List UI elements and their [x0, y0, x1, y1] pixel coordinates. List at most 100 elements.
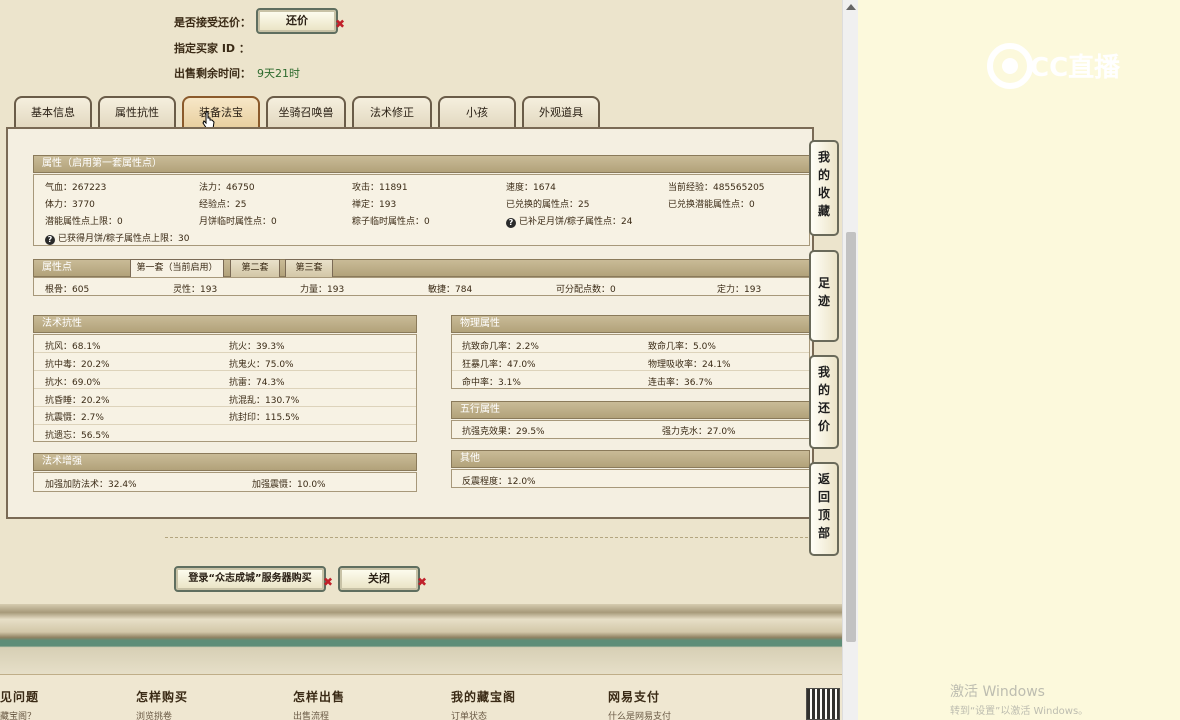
- attributes-header: 属性（启用第一套属性点）: [33, 155, 810, 173]
- game-trade-page: 是否接受还价： 还价 ✖ 指定买家 ID ： 出售剩余时间： 9天21时 基本信息…: [0, 0, 842, 720]
- footer-pay-title: 网易支付: [608, 690, 661, 704]
- resist-poison: 抗中毒：20.2%: [45, 360, 110, 370]
- side-tab-my-offers-label: 我的还价: [817, 365, 830, 433]
- stat-mooncake-temp: 月饼临时属性点：0: [199, 217, 277, 227]
- element-anti-counter: 抗强克效果：29.5%: [462, 427, 545, 437]
- decorative-banner: [0, 604, 842, 674]
- footer-pay-link[interactable]: 什么是网易支付: [608, 709, 671, 720]
- tab-spell-correction[interactable]: 法术修正: [352, 96, 432, 128]
- resist-wind: 抗风：68.1%: [45, 342, 101, 352]
- login-buy-button[interactable]: 登录“众志成城”服务器购买 ✖: [174, 566, 333, 592]
- desktop-background: [858, 0, 1180, 720]
- footer-how-sell-link[interactable]: 出售流程: [293, 709, 329, 720]
- tab-basic-info[interactable]: 基本信息: [14, 96, 92, 128]
- stat-supplement: ? 已补足月饼/粽子属性点：24: [506, 214, 633, 228]
- counter-offer-label: 还价: [286, 14, 308, 27]
- close-label: 关闭: [368, 572, 390, 585]
- footer: [0, 674, 842, 720]
- cc-logo-icon: CC直播: [987, 43, 1121, 89]
- stat-zen: 禅定：193: [352, 200, 397, 210]
- side-tab-history-label: 足迹: [817, 276, 830, 308]
- scroll-up-icon[interactable]: [846, 4, 856, 10]
- spell-boost-header: 法术增强: [33, 453, 417, 471]
- resist-ghostfire: 抗鬼火：75.0%: [229, 360, 294, 370]
- phys-crit: 致命几率：5.0%: [648, 342, 716, 352]
- spell-resist-header: 法术抗性: [33, 315, 417, 333]
- stat-stamina: 体力：3770: [45, 200, 95, 210]
- phys-absorb: 物理吸收率：24.1%: [648, 360, 731, 370]
- resist-thunder: 抗雷：74.3%: [229, 378, 285, 388]
- stat-attack: 攻击：11891: [352, 183, 408, 193]
- stat-hp: 气血：267223: [45, 183, 107, 193]
- close-x-icon: ✖: [416, 575, 427, 589]
- resist-water: 抗水：69.0%: [45, 378, 101, 388]
- login-buy-label: 登录“众志成城”服务器购买: [188, 573, 312, 584]
- footer-how-buy-title: 怎样购买: [136, 690, 189, 704]
- other-reflect: 反震程度：12.0%: [462, 477, 536, 487]
- stat-exchanged-points: 已兑换的属性点：25: [506, 200, 590, 210]
- point-spirit: 灵性：193: [173, 285, 218, 295]
- footer-my-cbg-title: 我的藏宝阁: [451, 690, 517, 704]
- phys-combo: 连击率：36.7%: [648, 378, 713, 388]
- accept-counter-label: 是否接受还价：: [174, 16, 251, 29]
- scroll-thumb[interactable]: [846, 232, 856, 642]
- point-strength: 力量：193: [300, 285, 345, 295]
- remaining-time-label: 出售剩余时间：: [174, 67, 251, 80]
- side-tab-back-to-top-label: 返回顶部: [817, 472, 830, 540]
- activate-windows-subtitle: 转到“设置”以激活 Windows。: [950, 706, 1089, 717]
- resist-chaos: 抗混乱：130.7%: [229, 396, 300, 406]
- point-agility: 敏捷：784: [428, 285, 473, 295]
- tab-child[interactable]: 小孩: [438, 96, 516, 128]
- tab-equipment[interactable]: 装备法宝: [182, 96, 260, 128]
- footer-how-buy-link[interactable]: 浏览挑卷: [136, 709, 172, 720]
- stat-exp: 当前经验：485565205: [668, 183, 765, 193]
- other-header: 其他: [451, 450, 810, 468]
- tab-mount-pets[interactable]: 坐骑召唤兽: [266, 96, 346, 128]
- stat-exchanged-potential: 已兑换潜能属性点：0: [668, 200, 755, 210]
- stat-mp: 法力：46750: [199, 183, 255, 193]
- physical-header: 物理属性: [451, 315, 810, 333]
- point-constitution: 根骨：605: [45, 285, 90, 295]
- side-tab-history[interactable]: 足迹: [809, 250, 839, 342]
- resist-seal: 抗封印：115.5%: [229, 413, 300, 423]
- footer-faq-title: 见问题: [0, 690, 40, 704]
- counter-offer-button[interactable]: 还价 ✖: [256, 8, 345, 34]
- footer-faq-link[interactable]: 藏宝阁？: [0, 709, 36, 720]
- qr-code-icon: [806, 688, 840, 720]
- close-button[interactable]: 关闭 ✖: [338, 566, 427, 592]
- element-water-counter: 强力克水：27.0%: [662, 427, 736, 437]
- subtab-set-2[interactable]: 第二套: [230, 259, 280, 277]
- activate-windows-title: 激活 Windows: [950, 684, 1045, 700]
- dashed-divider: [165, 537, 808, 538]
- five-elements-header: 五行属性: [451, 401, 810, 419]
- side-tab-favorites[interactable]: 我的收藏: [809, 140, 839, 236]
- page-scrollbar[interactable]: [842, 0, 858, 720]
- stat-upper-limit: ? 已获得月饼/粽子属性点上限：30: [45, 231, 190, 245]
- stat-zongzi-temp: 粽子临时属性点：0: [352, 217, 430, 227]
- subtab-set-3[interactable]: 第三套: [285, 259, 333, 277]
- close-x-icon: ✖: [322, 575, 333, 589]
- phys-hit: 命中率：3.1%: [462, 378, 521, 388]
- phys-anti-crit: 抗致命几率：2.2%: [462, 342, 539, 352]
- remaining-time-row: 出售剩余时间： 9天21时: [174, 65, 300, 81]
- side-tab-my-offers[interactable]: 我的还价: [809, 355, 839, 449]
- stat-potential-limit: 潜能属性点上限：0: [45, 217, 123, 227]
- cc-live-logo: CC直播: [986, 42, 1146, 93]
- side-tab-back-to-top[interactable]: 返回顶部: [809, 462, 839, 556]
- footer-how-sell-title: 怎样出售: [293, 690, 346, 704]
- question-icon[interactable]: ?: [506, 218, 516, 228]
- svg-text:CC直播: CC直播: [1030, 53, 1121, 83]
- boost-defense-spell: 加强加防法术：32.4%: [45, 480, 137, 490]
- side-tab-favorites-label: 我的收藏: [817, 150, 830, 218]
- tab-attributes[interactable]: 属性抗性: [98, 96, 176, 128]
- resist-sleep: 抗昏睡：20.2%: [45, 396, 110, 406]
- question-icon[interactable]: ?: [45, 235, 55, 245]
- resist-forget: 抗遗忘：56.5%: [45, 431, 110, 441]
- stat-speed: 速度：1674: [506, 183, 556, 193]
- buyer-id-label: 指定买家 ID ：: [174, 42, 250, 55]
- subtab-set-1[interactable]: 第一套（当前启用）: [130, 259, 224, 277]
- footer-my-cbg-link[interactable]: 订单状态: [451, 709, 487, 720]
- resist-fire: 抗火：39.3%: [229, 342, 285, 352]
- point-endurance: 定力：193: [717, 285, 762, 295]
- tab-appearance[interactable]: 外观道具: [522, 96, 600, 128]
